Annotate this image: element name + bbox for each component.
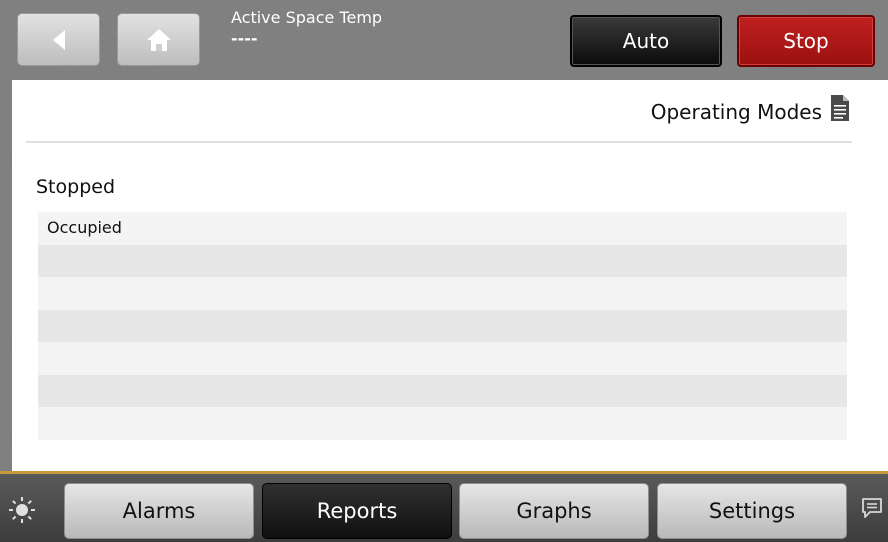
list-item[interactable]: [38, 342, 847, 375]
content-panel: Operating Modes Stopped Occupied: [12, 80, 888, 471]
list-item[interactable]: [38, 309, 847, 342]
mode-list: Occupied: [38, 212, 847, 440]
list-item[interactable]: [38, 407, 847, 440]
top-bar: Active Space Temp ---- Auto Stop: [0, 0, 888, 80]
list-item[interactable]: Occupied: [38, 212, 847, 245]
title-label: Active Space Temp: [231, 8, 383, 27]
screen: Active Space Temp ---- Auto Stop Operati…: [0, 0, 888, 542]
header-title: Active Space Temp ----: [231, 8, 382, 50]
tab-settings[interactable]: Settings: [657, 483, 847, 539]
tab-alarms[interactable]: Alarms: [64, 483, 254, 539]
chevron-left-icon: [52, 29, 65, 50]
tab-reports[interactable]: Reports: [262, 483, 452, 539]
title-value: ----: [231, 29, 258, 48]
brightness-icon[interactable]: [8, 496, 36, 524]
auto-button[interactable]: Auto: [570, 15, 722, 67]
document-icon[interactable]: [831, 95, 849, 121]
section-title: Stopped: [36, 176, 116, 198]
stop-button[interactable]: Stop: [737, 15, 875, 67]
back-button[interactable]: [17, 13, 100, 66]
page-title: Operating Modes: [650, 100, 822, 124]
home-button[interactable]: [117, 13, 200, 66]
bottom-bar: Alarms Reports Graphs Settings: [0, 471, 888, 542]
chat-icon[interactable]: [860, 496, 884, 520]
list-item[interactable]: [38, 374, 847, 407]
panel-header: Operating Modes: [26, 80, 852, 143]
list-item[interactable]: [38, 244, 847, 277]
home-icon: [146, 28, 171, 51]
list-item[interactable]: [38, 277, 847, 310]
tab-graphs[interactable]: Graphs: [459, 483, 649, 539]
